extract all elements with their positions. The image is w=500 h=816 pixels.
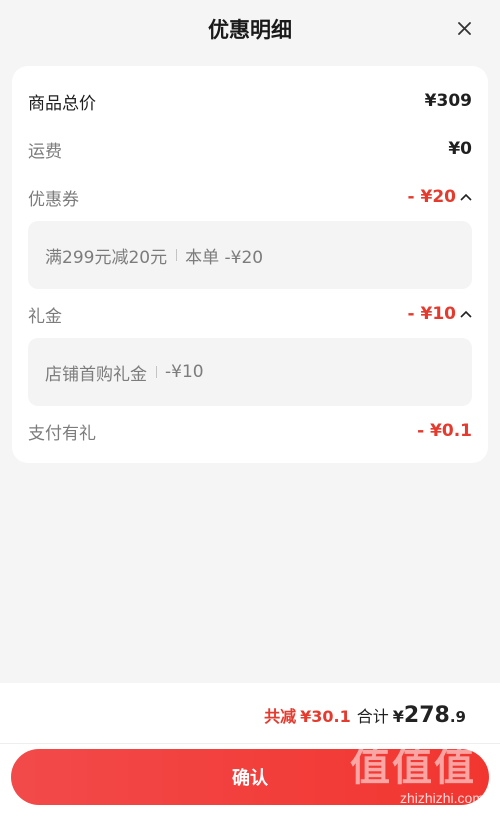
saved-value: ¥30.1 (300, 707, 351, 726)
divider (156, 366, 157, 378)
goods-total-label: 商品总价 (28, 93, 96, 114)
total-amount-decimal: .9 (449, 708, 466, 726)
coupon-row[interactable]: 优惠券 - ¥20 (28, 182, 472, 212)
gift-detail-amount: -¥10 (165, 362, 204, 382)
close-button[interactable] (450, 14, 478, 42)
coupon-detail-amount: 本单 -¥20 (185, 247, 264, 268)
shipping-row: 运费 ¥0 (28, 134, 472, 164)
chevron-up-icon (460, 310, 472, 318)
goods-total-row: 商品总价 ¥309 (28, 86, 472, 116)
coupon-label: 优惠券 (28, 189, 79, 210)
order-totals: 共减 ¥30.1 合计 ¥ 278 .9 (264, 703, 466, 728)
gift-label: 礼金 (28, 306, 62, 327)
gift-detail-name: 店铺首购礼金 (45, 364, 147, 385)
discount-card: 商品总价 ¥309 运费 ¥0 优惠券 - ¥20 满299元减20元 本单 -… (12, 66, 488, 463)
coupon-detail: 满299元减20元 本单 -¥20 (28, 221, 472, 289)
total-label: 合计 (356, 707, 389, 726)
saved-label: 共减 (264, 707, 297, 726)
sheet-header: 优惠明细 (0, 0, 500, 56)
shipping-label: 运费 (28, 141, 62, 162)
gift-toggle[interactable]: - ¥10 (408, 304, 472, 324)
goods-total-value: ¥309 (424, 91, 472, 111)
footer-divider (0, 743, 500, 744)
footer-bar: 共减 ¥30.1 合计 ¥ 278 .9 确认 (0, 683, 500, 816)
coupon-value: - ¥20 (407, 187, 456, 207)
coupon-detail-name: 满299元减20元 (45, 247, 168, 268)
confirm-button[interactable]: 确认 (11, 749, 489, 805)
payment-gift-value: - ¥0.1 (417, 421, 472, 441)
discount-detail-sheet: 优惠明细 商品总价 ¥309 运费 ¥0 优惠券 - ¥20 满299元减20元… (0, 0, 500, 816)
total-amount-integer: 278 (403, 703, 450, 728)
coupon-toggle[interactable]: - ¥20 (408, 187, 472, 207)
gift-value: - ¥10 (407, 304, 456, 324)
total-currency: ¥ (392, 707, 404, 726)
gift-row[interactable]: 礼金 - ¥10 (28, 299, 472, 329)
close-icon (457, 21, 471, 35)
page-title: 优惠明细 (208, 18, 292, 42)
payment-gift-row: 支付有礼 - ¥0.1 (28, 416, 472, 446)
chevron-up-icon (460, 193, 472, 201)
shipping-value: ¥0 (448, 139, 472, 159)
gift-detail: 店铺首购礼金 -¥10 (28, 338, 472, 406)
payment-gift-label: 支付有礼 (28, 423, 96, 444)
divider (176, 249, 178, 261)
